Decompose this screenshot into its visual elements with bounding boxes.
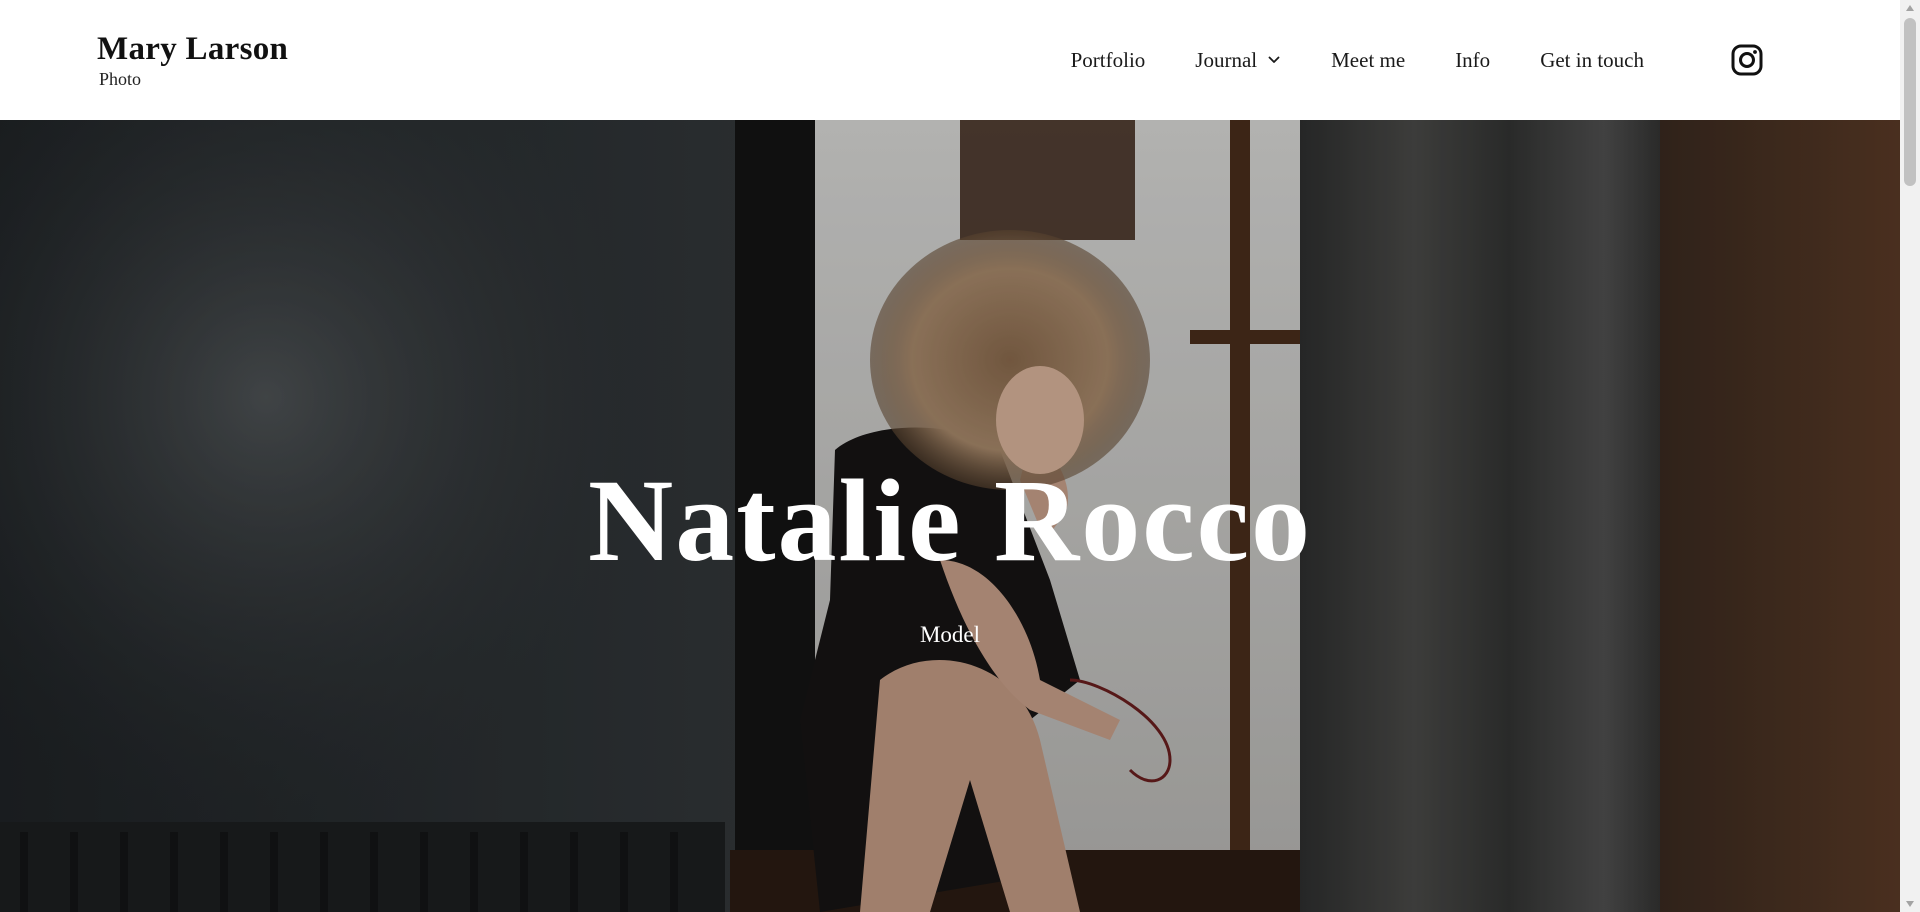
vertical-scrollbar[interactable] bbox=[1900, 0, 1920, 912]
scroll-up-arrow-icon[interactable] bbox=[1900, 0, 1920, 16]
nav-item-info[interactable]: Info bbox=[1455, 48, 1490, 73]
site-header: Mary Larson Photo Portfolio Journal Meet… bbox=[0, 0, 1900, 120]
hero: Natalie Rocco Model bbox=[0, 120, 1900, 912]
brand-tagline: Photo bbox=[99, 68, 142, 89]
hero-title: Natalie Rocco bbox=[588, 455, 1312, 586]
nav-item-meet-me[interactable]: Meet me bbox=[1331, 48, 1405, 73]
brand-name[interactable]: Mary Larson bbox=[97, 32, 288, 66]
main-nav: Portfolio Journal Meet me Info Get in to… bbox=[1071, 43, 1764, 77]
scroll-down-arrow-icon[interactable] bbox=[1900, 896, 1920, 912]
nav-item-journal-label: Journal bbox=[1195, 47, 1258, 72]
brand[interactable]: Mary Larson Photo bbox=[97, 32, 288, 89]
nav-item-get-in-touch[interactable]: Get in touch bbox=[1540, 48, 1644, 73]
hero-subtitle: Model bbox=[919, 622, 981, 647]
instagram-icon[interactable] bbox=[1730, 43, 1764, 77]
nav-item-journal[interactable]: Journal bbox=[1195, 48, 1281, 73]
chevron-down-icon bbox=[1268, 56, 1280, 63]
scrollbar-thumb[interactable] bbox=[1904, 18, 1916, 186]
nav-item-portfolio[interactable]: Portfolio bbox=[1071, 48, 1146, 73]
